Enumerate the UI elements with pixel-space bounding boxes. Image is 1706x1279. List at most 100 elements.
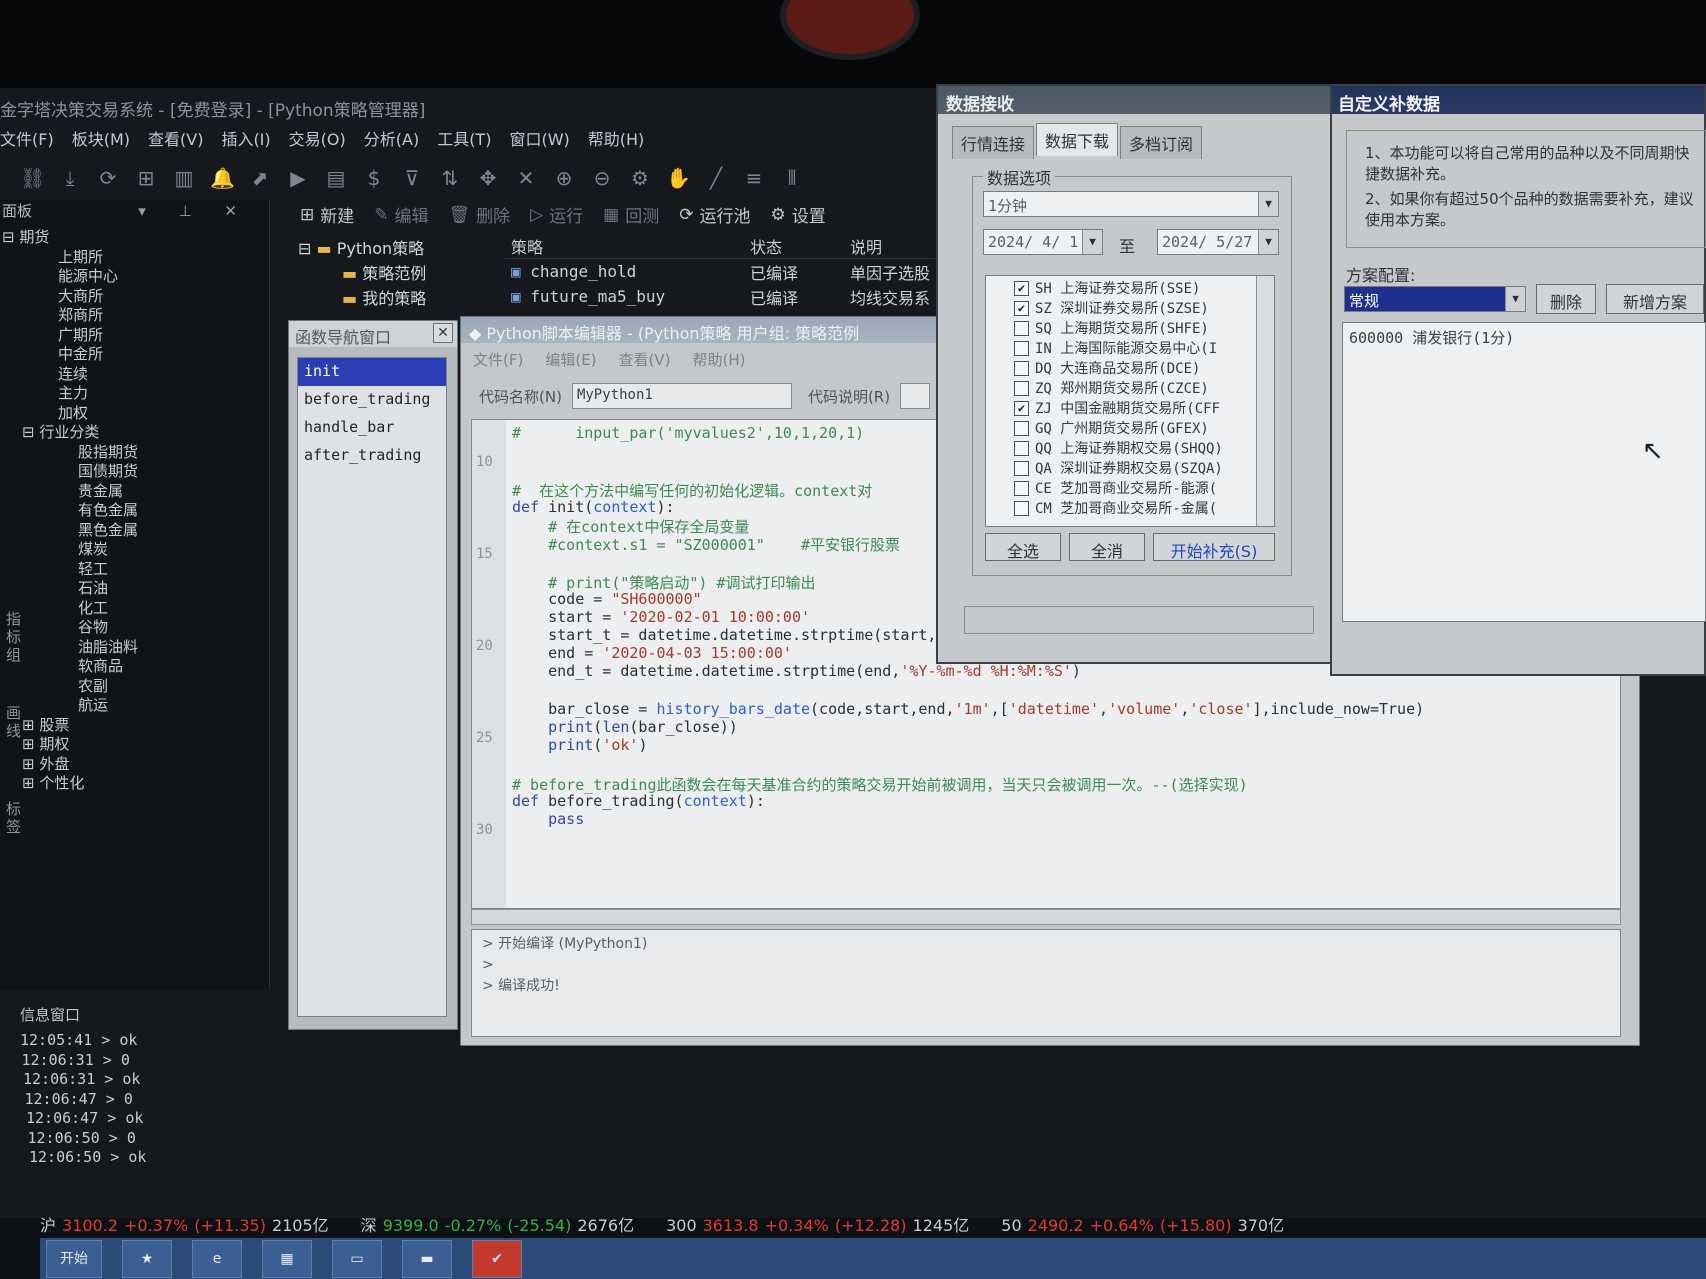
exchange-item[interactable]: CE 芝加哥商业交易所-能源( xyxy=(986,478,1274,498)
tree-node[interactable]: 股指期货 xyxy=(0,443,270,463)
menu-help[interactable]: 帮助(H) xyxy=(588,126,645,156)
start-supplement-button[interactable]: 开始补充(S) xyxy=(1153,533,1275,561)
tree-node[interactable]: 大商所 xyxy=(0,287,270,307)
exchange-item[interactable]: GQ 广州期货交易所(GFEX) xyxy=(986,418,1274,438)
menu-view[interactable]: 查看(V) xyxy=(148,126,203,156)
panel-header-buttons[interactable]: ▾ ⊥ ✕ xyxy=(138,202,251,220)
download-icon[interactable]: ⤓ xyxy=(58,166,82,190)
exchange-item[interactable]: SQ 上海期货交易所(SHFE) xyxy=(986,318,1274,338)
menu-tools[interactable]: 工具(T) xyxy=(437,126,491,156)
grid-icon[interactable]: ⊞ xyxy=(134,166,158,190)
settings-button[interactable]: ⚙ 设置 xyxy=(770,202,825,228)
col-status[interactable]: 状态 xyxy=(750,234,850,258)
collapse-icon[interactable]: ⊟ xyxy=(2,228,19,246)
edit-button[interactable]: ✎ 编辑 xyxy=(374,202,428,228)
checkbox[interactable] xyxy=(1014,440,1029,456)
menu-window[interactable]: 窗口(W) xyxy=(509,126,569,156)
table-row[interactable]: ▣ change_hold 已编译 单因子选股 xyxy=(505,259,935,284)
tree-item-my-strategies[interactable]: ▬ 我的策略 xyxy=(298,286,488,311)
notepad-icon[interactable]: ▭ xyxy=(332,1239,382,1278)
move-icon[interactable]: ✥ xyxy=(476,166,500,190)
tree-node[interactable]: 农副 xyxy=(0,677,270,697)
tree-node[interactable]: 郑商所 xyxy=(0,306,270,326)
tree-node[interactable]: 谷物 xyxy=(0,618,270,638)
gear-icon[interactable]: ⚙ xyxy=(628,166,652,190)
checkbox[interactable] xyxy=(1014,360,1029,376)
clear-all-button[interactable]: 全消 xyxy=(1069,533,1145,561)
menu-file[interactable]: 文件(F) xyxy=(0,126,54,156)
checkbox-checked[interactable]: ✔ xyxy=(1014,400,1029,416)
editor-menu-view[interactable]: 查看(V) xyxy=(619,349,671,370)
tree-node[interactable]: 主力 xyxy=(0,384,270,404)
date-to-picker[interactable]: 2024/ 5/27 ▼ xyxy=(1157,229,1279,255)
bell-icon[interactable]: 🔔 xyxy=(210,166,235,190)
expand-icon[interactable]: ⊞ xyxy=(22,716,39,734)
exchange-item[interactable]: DQ 大连商品交易所(DCE) xyxy=(986,358,1274,378)
bars-icon[interactable]: ⦀ xyxy=(780,166,804,190)
start-button[interactable]: 开始 xyxy=(46,1239,102,1278)
folder-icon[interactable]: ▬ xyxy=(402,1239,452,1278)
tree-node[interactable]: 能源中心 xyxy=(0,267,270,287)
checkbox[interactable] xyxy=(1014,500,1029,516)
exchange-item[interactable]: IN 上海国际能源交易中心(I xyxy=(986,338,1274,358)
tree-node[interactable]: ⊞ 股票 xyxy=(0,716,270,736)
trading-app-icon[interactable]: ✔ xyxy=(472,1239,522,1278)
play-icon[interactable]: ▶ xyxy=(286,166,310,190)
exchange-item[interactable]: CM 芝加哥商业交易所-金属( xyxy=(986,498,1274,518)
run-pool-button[interactable]: ⟳ 运行池 xyxy=(679,202,750,228)
tab-data-download[interactable]: 数据下载 xyxy=(1036,123,1119,156)
tab-multi-subscribe[interactable]: 多档订阅 xyxy=(1120,126,1203,159)
col-strategy[interactable]: 策略 xyxy=(505,234,750,258)
new-button[interactable]: ⊞ 新建 xyxy=(300,202,354,228)
zoom-out-icon[interactable]: ⊖ xyxy=(590,166,614,190)
tree-node[interactable]: 上期所 xyxy=(0,248,270,268)
tree-node[interactable]: 加权 xyxy=(0,404,270,424)
exchange-item[interactable]: QQ 上海证券期权交易(SHQQ) xyxy=(986,438,1274,458)
link-icon[interactable]: ⛓ xyxy=(20,166,45,190)
side-tab-labels[interactable]: 标签 xyxy=(6,800,24,836)
table-row[interactable]: ▣ future_ma5_buy 已编译 均线交易系 xyxy=(505,284,935,309)
line-icon[interactable]: ╱ xyxy=(704,166,728,190)
tree-node[interactable]: 化工 xyxy=(0,599,270,619)
horizontal-scrollbar[interactable] xyxy=(471,909,1621,925)
tree-node[interactable]: ⊞ 期权 xyxy=(0,735,270,755)
exchange-item[interactable]: ✔ SH 上海证券交易所(SSE) xyxy=(986,278,1274,298)
tree-node[interactable]: 轻工 xyxy=(0,560,270,580)
tree-node[interactable]: ⊞ 外盘 xyxy=(0,755,270,775)
tree-node[interactable]: 石油 xyxy=(0,579,270,599)
chart-icon[interactable]: ▥ xyxy=(172,166,196,190)
sort-icon[interactable]: ⇅ xyxy=(438,166,462,190)
backtest-button[interactable]: ▦ 回测 xyxy=(603,202,659,228)
checkbox-checked[interactable]: ✔ xyxy=(1014,300,1029,316)
browser-icon[interactable]: e xyxy=(192,1239,242,1278)
refresh-icon[interactable]: ⟳ xyxy=(96,166,120,190)
function-item[interactable]: before_trading xyxy=(298,386,446,414)
tree-root-python[interactable]: ⊟ ▬ Python策略 xyxy=(298,236,488,261)
index-quote[interactable]: 深 9399.0 -0.27% (-25.54) 2676亿 xyxy=(361,1212,640,1236)
tree-node[interactable]: 贵金属 xyxy=(0,482,270,502)
exchange-item[interactable]: ✔ SZ 深圳证券交易所(SZSE) xyxy=(986,298,1274,318)
fib-icon[interactable]: ≡ xyxy=(742,166,766,190)
run-button[interactable]: ▷ 运行 xyxy=(530,202,583,228)
function-item[interactable]: handle_bar xyxy=(298,414,446,442)
calculator-icon[interactable]: ▦ xyxy=(262,1239,312,1278)
side-tab-indicators[interactable]: 指标组 xyxy=(6,610,24,664)
zoom-in-icon[interactable]: ⊕ xyxy=(552,166,576,190)
index-quote[interactable]: 50 2490.2 +0.64% (+15.80) 370亿 xyxy=(1001,1212,1290,1236)
tree-node[interactable]: 煤炭 xyxy=(0,540,270,560)
date-from-picker[interactable]: 2024/ 4/ 1 ▼ xyxy=(983,229,1103,255)
checkbox[interactable] xyxy=(1014,380,1029,396)
delete-scheme-button[interactable]: 删除 xyxy=(1536,284,1596,314)
close-icon[interactable]: ✕ xyxy=(433,323,453,343)
select-all-button[interactable]: 全选 xyxy=(985,533,1061,561)
editor-menu-file[interactable]: 文件(F) xyxy=(473,349,523,370)
tree-node[interactable]: ⊞ 个性化 xyxy=(0,774,270,794)
tab-market-connect[interactable]: 行情连接 xyxy=(952,126,1035,159)
expand-icon[interactable]: ⊞ xyxy=(22,774,39,792)
function-item[interactable]: after_trading xyxy=(298,442,446,470)
tree-node[interactable]: 黑色金属 xyxy=(0,521,270,541)
tree-node[interactable]: 广期所 xyxy=(0,326,270,346)
delete-button[interactable]: 🗑 删除 xyxy=(449,202,511,228)
checkbox[interactable] xyxy=(1014,460,1029,476)
menu-analysis[interactable]: 分析(A) xyxy=(364,126,419,156)
